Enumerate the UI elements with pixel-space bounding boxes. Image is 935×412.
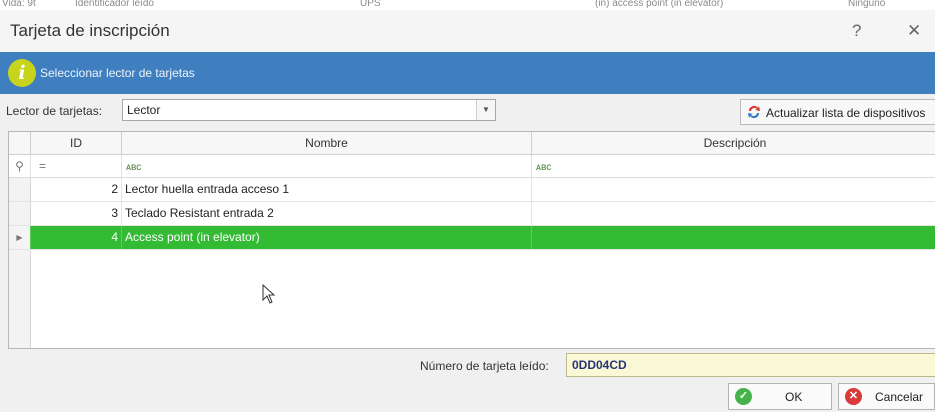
column-header-id[interactable]: ID — [31, 132, 122, 154]
refresh-devices-button[interactable]: Actualizar lista de dispositivos — [740, 99, 935, 125]
reader-grid: ID Nombre Descripción ⚲ = ᴀʙc ᴀʙc 2 Lect… — [8, 131, 935, 349]
text-filter-icon: ᴀʙc — [536, 162, 552, 173]
table-row-selected[interactable]: ▶ 4 Access point (in elevator) — [9, 226, 935, 250]
bg-text: UPS — [360, 0, 381, 9]
card-reader-label: Lector de tarjetas: — [6, 104, 103, 118]
filter-row: ⚲ = ᴀʙc ᴀʙc — [9, 155, 935, 178]
cell-nombre: Access point (in elevator) — [122, 226, 532, 249]
cancel-button[interactable]: ✕ Cancelar — [838, 383, 935, 410]
chevron-down-icon[interactable]: ▼ — [476, 100, 495, 120]
cell-id: 4 — [31, 226, 122, 249]
filter-row-icon: ⚲ — [9, 155, 31, 177]
card-number-value: 0DD04CD — [572, 358, 627, 372]
cell-id: 3 — [31, 202, 122, 225]
cell-descripcion — [532, 226, 935, 249]
filter-nombre[interactable]: ᴀʙc — [122, 155, 532, 177]
info-banner: i Seleccionar lector de tarjetas — [0, 52, 935, 94]
cell-descripcion — [532, 202, 935, 225]
ok-button[interactable]: ✓ OK — [728, 383, 832, 410]
check-icon: ✓ — [735, 388, 752, 405]
row-indicator — [9, 178, 31, 201]
row-pointer-icon: ▶ — [9, 226, 31, 249]
cancel-label: Cancelar — [875, 390, 924, 404]
close-button[interactable]: ✕ — [907, 21, 921, 41]
refresh-icon — [748, 106, 760, 118]
grid-corner — [9, 132, 31, 154]
bg-text: Vida: 9t — [2, 0, 36, 9]
mouse-cursor-icon — [262, 284, 276, 304]
table-row[interactable]: 3 Teclado Resistant entrada 2 — [9, 202, 935, 226]
filter-id[interactable]: = — [31, 155, 122, 177]
card-number-field[interactable]: 0DD04CD — [566, 353, 935, 377]
info-icon: i — [8, 59, 36, 87]
card-reader-select[interactable]: Lector ▼ — [122, 99, 496, 121]
banner-text: Seleccionar lector de tarjetas — [40, 66, 195, 80]
dialog-title: Tarjeta de inscripción — [10, 21, 170, 40]
dialog-titlebar: Tarjeta de inscripción ? ✕ — [0, 10, 935, 52]
help-button[interactable]: ? — [852, 21, 861, 41]
table-row[interactable]: 2 Lector huella entrada acceso 1 — [9, 178, 935, 202]
grid-header: ID Nombre Descripción — [9, 132, 935, 155]
cell-descripcion — [532, 178, 935, 201]
cell-nombre: Teclado Resistant entrada 2 — [122, 202, 532, 225]
column-header-nombre[interactable]: Nombre — [122, 132, 532, 154]
card-reader-value: Lector — [127, 103, 161, 117]
cell-nombre: Lector huella entrada acceso 1 — [122, 178, 532, 201]
row-indicator — [9, 202, 31, 225]
text-filter-icon: ᴀʙc — [126, 162, 142, 173]
card-number-label: Número de tarjeta leído: — [420, 359, 549, 373]
filter-descripcion[interactable]: ᴀʙc — [532, 155, 935, 177]
ok-label: OK — [785, 390, 803, 404]
column-header-descripcion[interactable]: Descripción — [532, 132, 935, 154]
bg-text: Ninguno — [848, 0, 886, 9]
bg-text: Identificador leído — [75, 0, 154, 9]
cell-id: 2 — [31, 178, 122, 201]
row-indicator-blank — [9, 250, 31, 348]
cancel-icon: ✕ — [845, 388, 862, 405]
refresh-devices-label: Actualizar lista de dispositivos — [766, 106, 926, 120]
bg-text: (in) access point (in elevator) — [595, 0, 724, 9]
